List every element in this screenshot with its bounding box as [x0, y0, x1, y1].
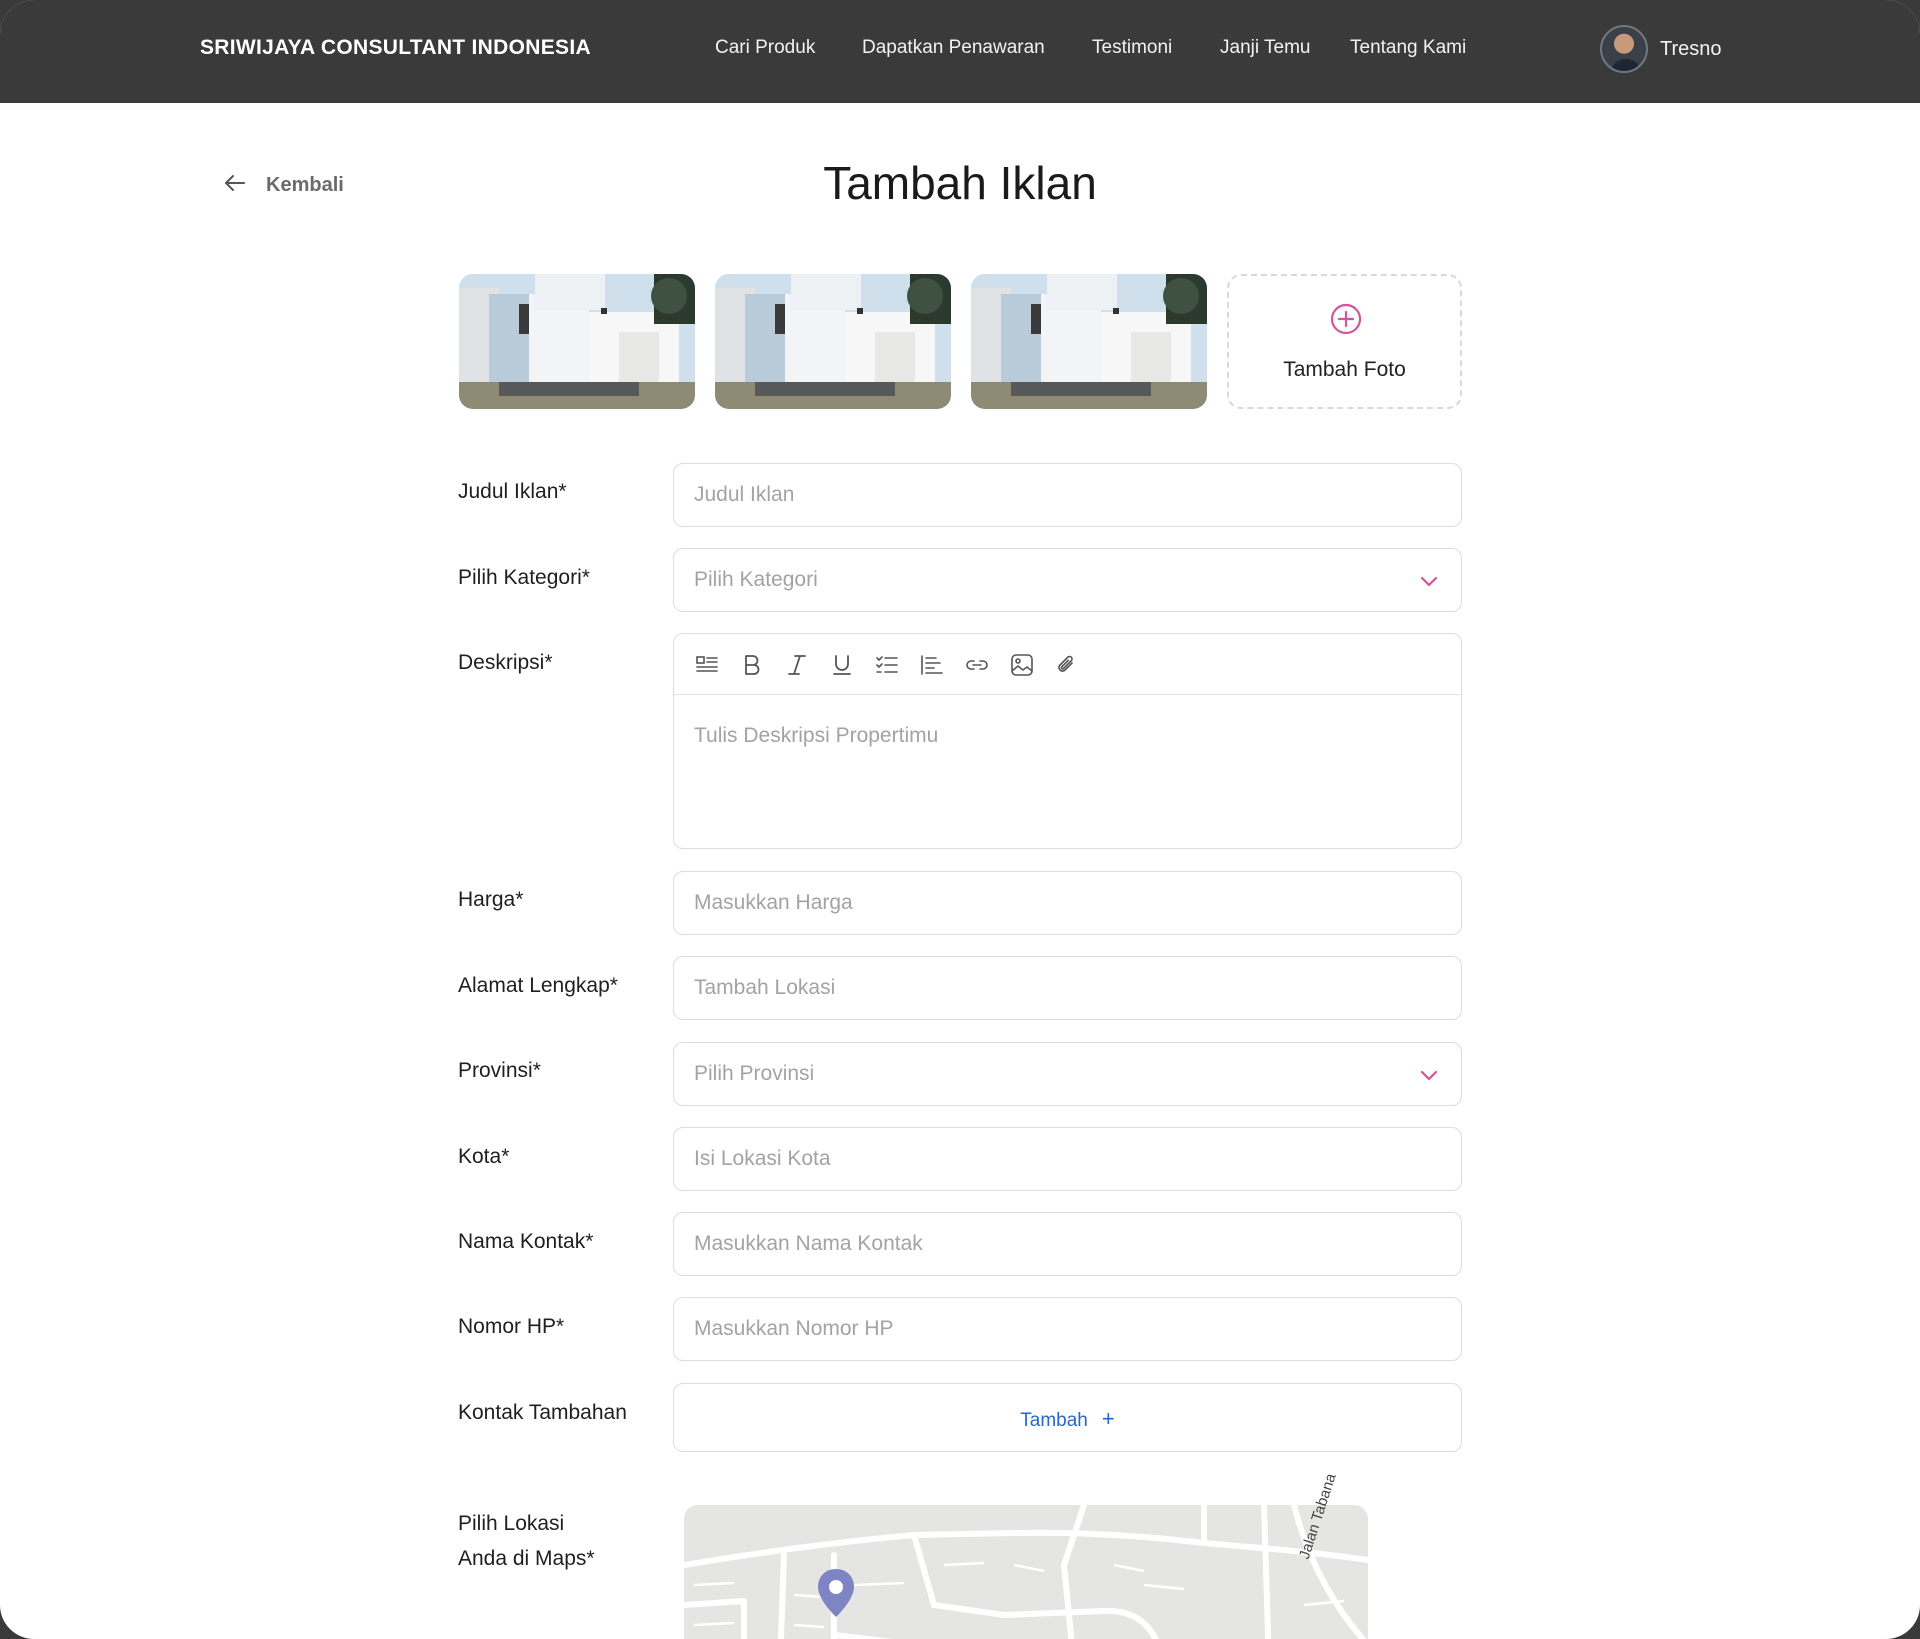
address-field	[673, 956, 1462, 1020]
add-photo-label: Tambah Foto	[1283, 358, 1406, 381]
price-input[interactable]	[674, 872, 1461, 934]
description-label: Deskripsi*	[458, 651, 553, 674]
chevron-down-icon	[1417, 569, 1441, 593]
paragraph-icon[interactable]	[694, 652, 720, 678]
nav-link-testimoni[interactable]: Testimoni	[1092, 37, 1172, 59]
address-input[interactable]	[674, 957, 1461, 1019]
city-field	[673, 1127, 1462, 1191]
title-field	[673, 463, 1462, 527]
address-label: Alamat Lengkap*	[458, 974, 618, 997]
maps-label: Pilih Lokasi Anda di Maps*	[458, 1512, 595, 1570]
nav-link-cari-produk[interactable]: Cari Produk	[715, 37, 815, 59]
extra-contact-label: Kontak Tambahan	[458, 1401, 627, 1424]
phone-input[interactable]	[674, 1298, 1461, 1360]
brand-logo[interactable]: SRIWIJAYA CONSULTANT INDONESIA	[200, 36, 591, 60]
phone-field	[673, 1297, 1462, 1361]
checklist-icon[interactable]	[874, 652, 900, 678]
user-menu[interactable]: Tresno	[1600, 24, 1722, 74]
contact-name-label: Nama Kontak*	[458, 1230, 594, 1253]
navbar: SRIWIJAYA CONSULTANT INDONESIA Cari Prod…	[0, 0, 1920, 103]
description-editor: Tulis Deskripsi Propertimu	[673, 633, 1462, 849]
map-pin-icon[interactable]	[815, 1567, 857, 1619]
price-label: Harga*	[458, 888, 524, 911]
page-title: Tambah Iklan	[823, 157, 1097, 209]
category-placeholder: Pilih Kategori	[694, 568, 818, 591]
italic-icon[interactable]	[784, 652, 810, 678]
title-label: Judul Iklan*	[458, 480, 567, 503]
price-field	[673, 871, 1462, 935]
contact-name-input[interactable]	[674, 1213, 1461, 1275]
nav-link-dapatkan-penawaran[interactable]: Dapatkan Penawaran	[862, 37, 1045, 59]
add-contact-label: Tambah	[1020, 1410, 1088, 1431]
city-input[interactable]	[674, 1128, 1461, 1190]
chevron-down-icon	[1417, 1063, 1441, 1087]
link-icon[interactable]	[964, 652, 990, 678]
underline-icon[interactable]	[829, 652, 855, 678]
editor-toolbar	[674, 634, 1461, 695]
title-input[interactable]	[674, 464, 1461, 526]
add-contact-button[interactable]: Tambah +	[673, 1383, 1462, 1452]
user-name: Tresno	[1660, 37, 1722, 60]
description-placeholder[interactable]: Tulis Deskripsi Propertimu	[694, 724, 938, 748]
avatar	[1600, 25, 1648, 73]
category-label: Pilih Kategori*	[458, 566, 590, 589]
province-label: Provinsi*	[458, 1059, 541, 1082]
plus-icon: +	[1101, 1406, 1115, 1431]
page: SRIWIJAYA CONSULTANT INDONESIA Cari Prod…	[0, 0, 1920, 1639]
photo-thumbnail[interactable]	[715, 274, 951, 409]
phone-label: Nomor HP*	[458, 1315, 565, 1338]
nav-link-tentang-kami[interactable]: Tentang Kami	[1350, 37, 1466, 59]
province-select[interactable]: Pilih Provinsi	[673, 1042, 1462, 1106]
category-select[interactable]: Pilih Kategori	[673, 548, 1462, 612]
location-map[interactable]	[684, 1505, 1368, 1639]
province-placeholder: Pilih Provinsi	[694, 1062, 815, 1085]
image-icon[interactable]	[1009, 652, 1035, 678]
attachment-icon[interactable]	[1054, 652, 1080, 678]
nav-link-janji-temu[interactable]: Janji Temu	[1220, 37, 1310, 59]
photo-thumbnail[interactable]	[971, 274, 1207, 409]
contact-name-field	[673, 1212, 1462, 1276]
add-photo-button[interactable]: Tambah Foto	[1227, 274, 1462, 409]
bold-icon[interactable]	[739, 652, 765, 678]
photo-thumbnail[interactable]	[459, 274, 695, 409]
align-left-icon[interactable]	[919, 652, 945, 678]
city-label: Kota*	[458, 1145, 510, 1168]
